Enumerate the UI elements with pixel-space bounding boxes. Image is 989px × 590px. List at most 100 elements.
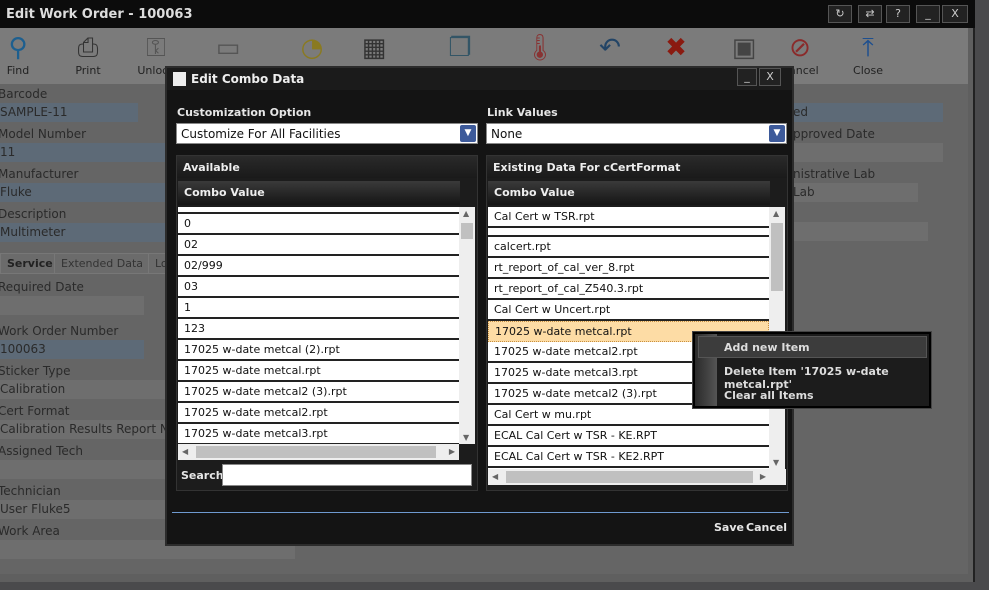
sticker-type-label: Sticker Type xyxy=(0,364,71,378)
toolbar-label: Close xyxy=(853,64,883,77)
menu-clear-all-items[interactable]: Clear all Items xyxy=(724,389,814,402)
dialog-close-button[interactable]: X xyxy=(759,68,781,86)
delete-icon: ✖ xyxy=(665,33,687,63)
context-menu: Add new Item Delete Item '17025 w-date m… xyxy=(693,332,931,408)
dialog-title: Edit Combo Data xyxy=(167,68,792,90)
admin-lab-field[interactable]: Lab xyxy=(793,183,918,202)
technician-field[interactable]: User Fluke5 xyxy=(0,500,170,519)
approved-date-field[interactable] xyxy=(793,143,943,162)
list-item[interactable]: 17025 w-date metcal2 (3).rpt xyxy=(178,382,459,403)
meter-icon: ◔ xyxy=(300,33,324,63)
required-date-field[interactable] xyxy=(0,296,144,315)
list-item[interactable]: 02/999 xyxy=(178,256,459,277)
list-item[interactable]: Cal Cert w Uncert.rpt xyxy=(488,300,769,321)
list-item[interactable]: 123 xyxy=(178,319,459,340)
toolbar-print-button[interactable]: ⎙ Print xyxy=(58,32,118,77)
toolbar-find-button[interactable]: ⚲ Find xyxy=(0,32,48,77)
assigned-tech-label: Assigned Tech xyxy=(0,444,83,458)
model-field[interactable]: 11 xyxy=(0,143,170,162)
list-item[interactable] xyxy=(178,207,459,214)
cert-format-label: Cert Format xyxy=(0,404,70,418)
wo-number-label: Work Order Number xyxy=(0,324,119,338)
customization-label: Customization Option xyxy=(177,106,312,119)
certificate-icon: ▭ xyxy=(215,33,241,63)
save-icon: ▣ xyxy=(731,33,757,63)
list-item[interactable]: 17025 w-date metcal.rpt xyxy=(178,361,459,382)
printer-icon: ⎙ xyxy=(77,33,99,63)
available-hscroll[interactable]: ◀ ▶ xyxy=(178,444,459,460)
menu-delete-item[interactable]: Delete Item '17025 w-date metcal.rpt' xyxy=(724,365,929,391)
list-item[interactable]: rt_report_of_cal_Z540.3.rpt xyxy=(488,279,769,300)
save-button[interactable]: Save xyxy=(714,521,744,534)
help-button[interactable]: ? xyxy=(886,5,910,23)
customization-select[interactable]: Customize For All Facilities ▼ xyxy=(176,123,478,144)
list-item[interactable]: Cal Cert w TSR.rpt xyxy=(488,207,769,228)
existing-panel: Existing Data For cCertFormat Combo Valu… xyxy=(486,155,788,491)
cancel-button[interactable]: Cancel xyxy=(746,521,787,534)
return-icon: ↶ xyxy=(599,33,621,63)
export-icon: ▦ xyxy=(361,33,387,63)
list-item[interactable]: 02 xyxy=(178,235,459,256)
link-values-label: Link Values xyxy=(487,106,558,119)
toolbar-close-button[interactable]: ⤒ Close xyxy=(838,32,898,77)
close-window-button[interactable]: X xyxy=(942,5,968,23)
dialog-minimize-button[interactable]: _ xyxy=(737,68,757,86)
sticker-type-field[interactable]: Calibration xyxy=(0,380,170,399)
footer-divider xyxy=(172,512,789,513)
description-label: Description xyxy=(0,207,67,221)
list-item[interactable]: 17025 w-date metcal (2).rpt xyxy=(178,340,459,361)
link-values-select[interactable]: None ▼ xyxy=(486,123,787,144)
manufacturer-label: Manufacturer xyxy=(0,167,79,181)
manufacturer-field[interactable]: Fluke xyxy=(0,183,170,202)
list-item[interactable]: 1 xyxy=(178,298,459,319)
list-item[interactable]: Cal Cert w mu.rpt xyxy=(488,405,769,426)
customization-value: Customize For All Facilities xyxy=(181,127,341,141)
list-item[interactable]: 0 xyxy=(178,214,459,235)
search-label: Search: xyxy=(181,469,228,482)
status-field[interactable]: ed xyxy=(793,103,943,122)
barcode-field[interactable]: SAMPLE-11 xyxy=(0,103,138,122)
list-item[interactable]: ECAL Cal Cert w TSR - KE.RPT xyxy=(488,426,769,447)
edit-combo-dialog: Edit Combo Data _ X Customization Option… xyxy=(165,66,794,546)
wo-number-field[interactable]: 100063 xyxy=(0,340,144,359)
close-collapse-icon: ⤒ xyxy=(862,33,874,63)
cert-format-field[interactable]: Calibration Results Report New xyxy=(0,420,186,439)
list-item[interactable]: calcert.rpt xyxy=(488,237,769,258)
model-label: Model Number xyxy=(0,127,87,141)
chevron-down-icon[interactable]: ▼ xyxy=(769,125,785,142)
required-date-label: Required Date xyxy=(0,280,84,294)
available-vscroll[interactable]: ▲ ▼ xyxy=(459,207,475,444)
toolbar-label: Find xyxy=(6,64,30,77)
unlock-icon: ⚿ xyxy=(146,33,166,63)
assigned-tech-field[interactable] xyxy=(0,460,170,479)
refresh-button[interactable]: ↻ xyxy=(828,5,852,23)
available-panel: Available Combo Value 0 02 02/999 03 1 123 170… xyxy=(176,155,478,491)
technician-label: Technician xyxy=(0,484,61,498)
list-item[interactable]: 17025 w-date metcal3.rpt xyxy=(178,424,459,444)
existing-hscroll[interactable]: ◀ ▶ xyxy=(488,469,786,485)
list-item[interactable] xyxy=(488,228,769,237)
tab-extended-data[interactable]: Extended Data xyxy=(54,253,151,274)
chevron-down-icon[interactable]: ▼ xyxy=(460,125,476,142)
list-item[interactable]: rt_report_of_cal_ver_8.rpt xyxy=(488,258,769,279)
menu-add-new-item[interactable]: Add new Item xyxy=(724,341,810,354)
minimize-button[interactable]: _ xyxy=(916,5,940,23)
dialog-window-icon xyxy=(173,72,186,86)
available-list: 0 02 02/999 03 1 123 17025 w-date metcal (2).r… xyxy=(178,207,459,444)
available-title: Available xyxy=(177,156,477,178)
existing-column-header[interactable]: Combo Value xyxy=(488,181,770,205)
list-item[interactable]: ECAL Cal Cert w TSR - KE2.RPT xyxy=(488,447,769,468)
approved-date-label: pproved Date xyxy=(793,127,875,141)
link-values-value: None xyxy=(491,127,523,141)
search-input[interactable] xyxy=(222,464,472,486)
description-field[interactable]: Multimeter xyxy=(0,223,170,242)
available-column-header[interactable]: Combo Value xyxy=(178,181,460,205)
swap-button[interactable]: ⇄ xyxy=(858,5,882,23)
barcode-label: Barcode xyxy=(0,87,48,101)
list-item[interactable]: 17025 w-date metcal2.rpt xyxy=(178,403,459,424)
tab-service[interactable]: Service xyxy=(0,253,60,274)
existing-title: Existing Data For cCertFormat xyxy=(487,156,787,178)
admin-lab-label: nistrative Lab xyxy=(793,167,876,181)
list-item[interactable]: 03 xyxy=(178,277,459,298)
dropdown-field[interactable] xyxy=(793,222,928,241)
